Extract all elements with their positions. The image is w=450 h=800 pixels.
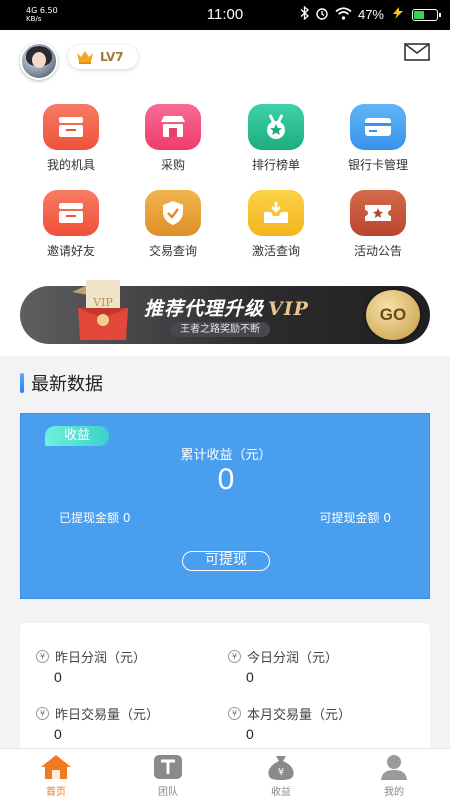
banner-title: 推荐代理升级 VIP — [144, 294, 309, 321]
tab-earnings[interactable]: ¥ 收益 — [225, 753, 337, 800]
status-bar: 4G 6.50 KB/s 11:00 47% — [0, 0, 450, 30]
total-earnings-value: 0 — [217, 463, 235, 496]
battery-percent: 47% — [357, 7, 384, 22]
withdrawable-amount: 可提现金额 0 — [319, 511, 391, 525]
coin-icon: ¥ — [36, 707, 49, 720]
earnings-card: 收益 累计收益（元） 0 已提现金额 0 可提现金额 0 可提现 — [20, 413, 430, 599]
alarm-icon — [315, 6, 329, 23]
coin-icon: ¥ — [36, 650, 49, 663]
banner-title-vip: VIP — [268, 298, 309, 320]
level-badge[interactable]: LV7 — [68, 45, 138, 69]
battery-icon — [412, 8, 441, 21]
grid-item-transaction-query[interactable]: 交易查询 — [122, 190, 224, 259]
stats-card: ¥ 昨日分润（元） 0 ¥ 今日分润（元） 0 ¥ 昨日交易量（元） 0 ¥ 本月交易量… — [20, 623, 430, 753]
home-icon — [40, 753, 72, 781]
grid-item-label: 活动公告 — [353, 244, 402, 258]
grid-item-purchase[interactable]: 采购 — [122, 104, 224, 173]
go-button[interactable]: GO — [366, 290, 420, 340]
banner-title-text: 推荐代理升级 — [144, 298, 265, 320]
level-label: LV7 — [100, 50, 124, 64]
stat-label: 今日分润（元） — [247, 651, 339, 666]
tab-label: 首页 — [46, 787, 66, 798]
ticket-icon — [350, 190, 406, 236]
svg-text:¥: ¥ — [278, 767, 284, 778]
device-icon — [43, 104, 99, 150]
download-tray-icon — [248, 190, 304, 236]
money-bag-icon: ¥ — [265, 753, 297, 781]
grid-item-announcements[interactable]: 活动公告 — [327, 190, 429, 259]
shop-icon — [145, 104, 201, 150]
gift-box-icon: VIP — [68, 278, 138, 342]
stat-value: 0 — [246, 726, 254, 742]
team-icon — [152, 753, 184, 781]
tab-profile[interactable]: 我的 — [338, 753, 450, 800]
grid-item-my-devices[interactable]: 我的机具 — [20, 104, 122, 173]
tab-team[interactable]: 团队 — [112, 753, 224, 800]
grid-item-label: 采购 — [160, 158, 185, 172]
stat-yesterday-profit: ¥ 昨日分润（元） 0 — [36, 647, 216, 685]
section-accent-bar — [20, 373, 24, 393]
grid-item-invite-friends[interactable]: 邀请好友 — [20, 190, 122, 259]
crown-icon — [77, 51, 93, 64]
function-grid: 我的机具 采购 排行榜单 银行卡管理 邀请好友 交易查询 激活查询 活动公告 — [0, 86, 450, 272]
invite-icon — [43, 190, 99, 236]
grid-item-activation-query[interactable]: 激活查询 — [225, 190, 327, 259]
stat-label: 本月交易量（元） — [247, 708, 352, 723]
tab-home[interactable]: 首页 — [0, 753, 112, 800]
medal-icon — [248, 104, 304, 150]
card-icon — [350, 104, 406, 150]
stat-month-volume: ¥ 本月交易量（元） 0 — [228, 704, 408, 742]
avatar[interactable] — [20, 42, 58, 80]
coin-icon: ¥ — [228, 650, 241, 663]
withdraw-button[interactable]: 可提现 — [182, 551, 270, 571]
withdrawn-amount: 已提现金额 0 — [59, 511, 131, 525]
earnings-tag: 收益 — [45, 426, 109, 446]
grid-item-label: 激活查询 — [251, 244, 300, 258]
profile-icon — [378, 753, 410, 781]
section-title: 最新数据 — [31, 374, 103, 395]
promo-banner[interactable]: VIP 推荐代理升级 VIP 王者之路奖励不断 GO — [20, 280, 430, 344]
stat-value: 0 — [54, 669, 62, 685]
status-icons: 47% — [300, 5, 441, 23]
wifi-icon — [335, 6, 352, 23]
stat-value: 0 — [54, 726, 62, 742]
grid-item-label: 排行榜单 — [251, 158, 300, 172]
stat-yesterday-volume: ¥ 昨日交易量（元） 0 — [36, 704, 216, 742]
tab-label: 我的 — [384, 787, 404, 798]
tab-label: 收益 — [271, 787, 291, 798]
stat-label: 昨日分润（元） — [55, 651, 147, 666]
banner-subtitle: 王者之路奖励不断 — [170, 322, 270, 337]
grid-item-label: 交易查询 — [148, 244, 197, 258]
stat-label: 昨日交易量（元） — [55, 708, 160, 723]
grid-item-ranking[interactable]: 排行榜单 — [225, 104, 327, 173]
grid-item-label: 邀请好友 — [46, 244, 95, 258]
go-label: GO — [379, 305, 407, 324]
grid-item-label: 银行卡管理 — [347, 158, 408, 172]
section-header: 最新数据 — [0, 356, 450, 406]
charging-icon — [390, 7, 406, 22]
promo-banner-area: VIP 推荐代理升级 VIP 王者之路奖励不断 GO — [0, 272, 450, 356]
bottom-tab-bar: 首页 团队 ¥ 收益 我的 — [0, 748, 450, 800]
stat-value: 0 — [246, 669, 254, 685]
stat-today-profit: ¥ 今日分润（元） 0 — [228, 647, 408, 685]
coin-icon: ¥ — [228, 707, 241, 720]
grid-item-label: 我的机具 — [46, 158, 95, 172]
grid-item-bank-card[interactable]: 银行卡管理 — [327, 104, 429, 173]
shield-icon — [145, 190, 201, 236]
mail-icon[interactable] — [404, 43, 430, 61]
total-earnings-caption: 累计收益（元） — [180, 448, 272, 463]
gift-vip-label: VIP — [92, 296, 113, 309]
bluetooth-icon — [300, 5, 309, 23]
top-header: LV7 — [0, 30, 450, 86]
tab-label: 团队 — [158, 787, 178, 798]
